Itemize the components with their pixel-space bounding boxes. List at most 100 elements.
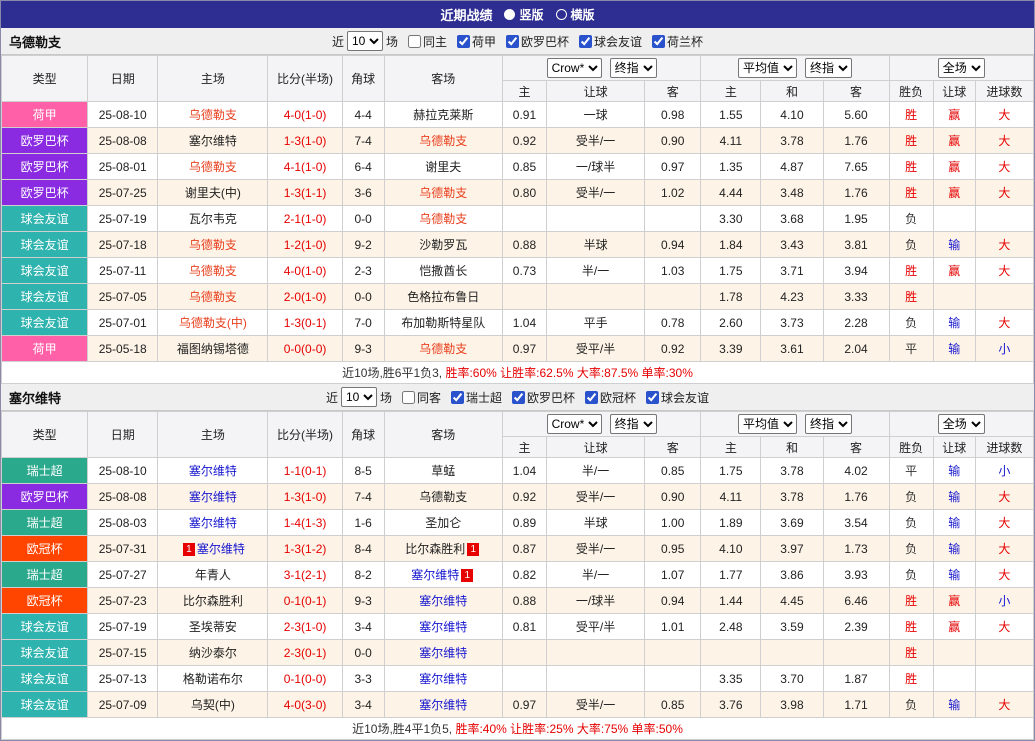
score: 0-1(0-0)	[268, 666, 342, 692]
league-badge: 球会友谊	[2, 258, 88, 284]
match-row: 球会友谊25-07-09乌契(中)4-0(3-0)3-4塞尔维特0.97受半/一…	[2, 692, 1034, 718]
league-filter-checkbox[interactable]	[512, 391, 525, 404]
home-team-name: 乌德勒支	[189, 238, 237, 252]
avg-draw: 3.69	[761, 510, 823, 536]
radio-horizontal-label: 横版	[571, 6, 595, 23]
league-filter-checkbox[interactable]	[506, 35, 519, 48]
avg-header-cell: 平均值终指	[701, 412, 889, 437]
odds-handicap	[546, 284, 644, 310]
avg-away: 2.04	[823, 336, 889, 362]
odds-away: 1.01	[645, 614, 701, 640]
avg-home: 1.75	[701, 258, 761, 284]
avg-source-select[interactable]: 平均值	[738, 414, 797, 434]
avg-home: 1.77	[701, 562, 761, 588]
league-filter-checkbox[interactable]	[457, 35, 470, 48]
column-header: 比分(半场)	[268, 56, 342, 102]
sub-column-header: 主	[701, 437, 761, 458]
match-date: 25-07-19	[88, 206, 158, 232]
scope-select[interactable]: 全场	[938, 58, 985, 78]
match-row: 球会友谊25-07-11乌德勒支4-0(1-0)2-3恺撒酋长0.73半/一1.…	[2, 258, 1034, 284]
radio-horizontal-icon	[556, 9, 567, 20]
away-team: 乌德勒支	[384, 128, 502, 154]
league-filter-checkbox[interactable]	[579, 35, 592, 48]
recent-count-select[interactable]: 10	[341, 387, 377, 407]
match-row: 球会友谊25-07-18乌德勒支1-2(1-0)9-2沙勒罗瓦0.88半球0.9…	[2, 232, 1034, 258]
odds-type-select[interactable]: 终指	[610, 414, 657, 434]
radio-vertical[interactable]: 竖版	[504, 6, 543, 23]
handicap-result-cell: 输	[933, 536, 975, 562]
match-date: 25-08-01	[88, 154, 158, 180]
summary-row: 近10场,胜6平1负3, 胜率:60% 让胜率:62.5% 大率:87.5% 单…	[2, 362, 1034, 384]
avg-home: 2.48	[701, 614, 761, 640]
corners: 8-4	[342, 536, 384, 562]
home-team-name: 塞尔维特	[197, 542, 245, 556]
corners: 0-0	[342, 284, 384, 310]
goals-result-cell: 大	[975, 180, 1033, 206]
avg-type-select[interactable]: 终指	[805, 58, 852, 78]
league-filter-checkbox[interactable]	[646, 391, 659, 404]
league-filter-checkbox[interactable]	[652, 35, 665, 48]
avg-draw: 3.78	[761, 128, 823, 154]
avg-away: 1.71	[823, 692, 889, 718]
odds-source-select[interactable]: Crow*	[547, 414, 602, 434]
home-team-name: 乌德勒支	[189, 290, 237, 304]
corners: 9-3	[342, 336, 384, 362]
away-team-name: 赫拉克莱斯	[413, 108, 473, 122]
radio-horizontal[interactable]: 横版	[556, 6, 595, 23]
same-venue-filter[interactable]: 同客	[395, 389, 441, 406]
away-team-name: 塞尔维特	[419, 698, 467, 712]
league-filter-label: 荷甲	[472, 33, 496, 50]
result-cell: 负	[889, 536, 933, 562]
odds-home: 0.92	[502, 128, 546, 154]
scope-select[interactable]: 全场	[938, 414, 985, 434]
league-filter-1[interactable]: 荷甲	[450, 33, 496, 50]
match-row: 欧罗巴杯25-08-01乌德勒支4-1(1-0)6-4谢里夫0.85一/球半0.…	[2, 154, 1034, 180]
league-filter-checkbox[interactable]	[585, 391, 598, 404]
league-badge: 欧罗巴杯	[2, 128, 88, 154]
same-venue-checkbox[interactable]	[402, 391, 415, 404]
avg-home: 1.44	[701, 588, 761, 614]
same-venue-filter[interactable]: 同主	[401, 33, 447, 50]
result-cell: 负	[889, 206, 933, 232]
avg-draw: 3.98	[761, 692, 823, 718]
league-filter-3[interactable]: 球会友谊	[572, 33, 642, 50]
match-date: 25-08-03	[88, 510, 158, 536]
odds-away: 0.92	[645, 336, 701, 362]
fulltime-header-cell: 全场	[889, 412, 1033, 437]
away-team: 塞尔维特	[384, 614, 502, 640]
score: 1-3(1-0)	[268, 128, 342, 154]
league-badge: 球会友谊	[2, 232, 88, 258]
avg-away: 2.28	[823, 310, 889, 336]
odds-handicap	[546, 666, 644, 692]
odds-type-select[interactable]: 终指	[610, 58, 657, 78]
avg-source-select[interactable]: 平均值	[738, 58, 797, 78]
league-badge: 荷甲	[2, 336, 88, 362]
match-date: 25-07-27	[88, 562, 158, 588]
away-team: 草蜢	[384, 458, 502, 484]
avg-home: 4.10	[701, 536, 761, 562]
sub-column-header: 胜负	[889, 437, 933, 458]
score: 4-0(1-0)	[268, 102, 342, 128]
recent-count-select[interactable]: 10	[347, 31, 383, 51]
handicap-result-cell: 赢	[933, 180, 975, 206]
league-badge: 欧罗巴杯	[2, 180, 88, 206]
avg-home: 1.78	[701, 284, 761, 310]
filter-near-label: 近	[332, 33, 344, 50]
league-filter-checkbox[interactable]	[451, 391, 464, 404]
avg-type-select[interactable]: 终指	[805, 414, 852, 434]
league-filter-4[interactable]: 球会友谊	[639, 389, 709, 406]
league-filter-2[interactable]: 欧罗巴杯	[499, 33, 569, 50]
away-team: 谢里夫	[384, 154, 502, 180]
goals-result-cell: 小	[975, 458, 1033, 484]
avg-draw: 3.73	[761, 310, 823, 336]
league-filter-2[interactable]: 欧罗巴杯	[505, 389, 575, 406]
odds-source-select[interactable]: Crow*	[547, 58, 602, 78]
league-filter-4[interactable]: 荷兰杯	[645, 33, 703, 50]
league-filter-1[interactable]: 瑞士超	[444, 389, 502, 406]
odds-away: 0.90	[645, 484, 701, 510]
league-filter-3[interactable]: 欧冠杯	[578, 389, 636, 406]
same-venue-checkbox[interactable]	[408, 35, 421, 48]
avg-draw: 3.78	[761, 484, 823, 510]
avg-draw	[761, 640, 823, 666]
odds-away: 1.07	[645, 562, 701, 588]
